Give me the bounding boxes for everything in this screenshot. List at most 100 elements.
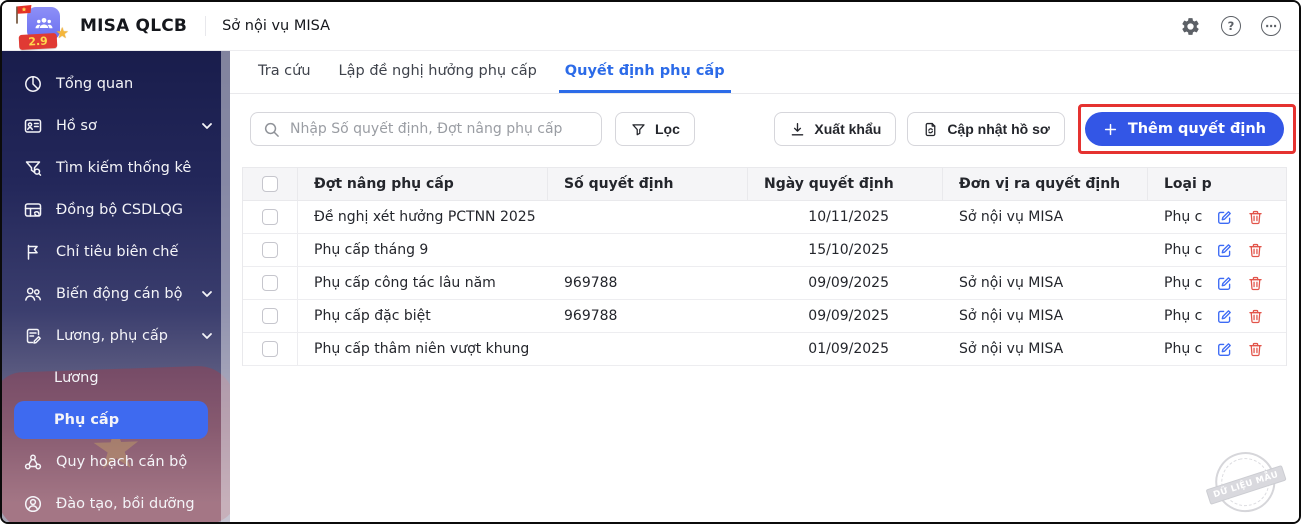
search-input[interactable] — [288, 120, 589, 138]
overview-icon — [23, 74, 43, 94]
sidebar-item[interactable]: Lương, phụ cấp — [2, 315, 230, 357]
funnel-icon — [630, 121, 647, 138]
cell-type: Phụ c — [1164, 209, 1202, 225]
column-header: Số quyết định — [548, 168, 748, 200]
delete-icon[interactable] — [1247, 308, 1264, 325]
main-content: Tra cứu Lập đề nghị hưởng phụ cấp Quyết đị… — [230, 51, 1299, 522]
row-checkbox[interactable] — [262, 209, 278, 225]
cell-unit: Sở nội vụ MISA — [943, 341, 1148, 357]
edit-icon[interactable] — [1216, 275, 1233, 292]
search-stats-icon — [23, 158, 43, 178]
cell-batch: Phụ cấp thâm niên vượt khung — [298, 341, 548, 357]
filter-button[interactable]: Lọc — [615, 112, 695, 146]
cell-decision-date: 15/10/2025 — [748, 242, 943, 258]
chevron-down-icon — [200, 329, 214, 343]
table-body: Đề nghị xét hưởng PCTNN 2025 10/11/2025 Sở… — [243, 201, 1286, 366]
row-checkbox[interactable] — [262, 242, 278, 258]
header-actions: ? ⋯ — [1180, 16, 1281, 37]
sidebar-scrollbar[interactable] — [221, 51, 230, 522]
cell-type: Phụ c — [1164, 341, 1202, 357]
search-box — [250, 112, 602, 146]
cell-type: Phụ c — [1164, 275, 1202, 291]
cell-batch: Phụ cấp đặc biệt — [298, 308, 548, 324]
sidebar-item[interactable]: Biến động cán bộ — [2, 273, 230, 315]
row-checkbox[interactable] — [262, 341, 278, 357]
column-header: Ngày quyết định — [748, 168, 943, 200]
select-all-checkbox[interactable] — [262, 176, 278, 192]
profile-icon — [23, 116, 43, 136]
top-header: 2.9 ★ MISA QLCB Sở nội vụ MISA ? ⋯ — [2, 2, 1299, 51]
sidebar-item[interactable]: Quy hoạch cán bộ — [2, 441, 230, 483]
help-icon[interactable]: ? — [1221, 16, 1241, 36]
cell-batch: Phụ cấp công tác lâu năm — [298, 275, 548, 291]
download-icon — [789, 121, 806, 138]
delete-icon[interactable] — [1247, 242, 1264, 259]
toolbar: Lọc Xuất khẩu Cập nhật hồ sơ Thêm quyết … — [230, 103, 1299, 155]
training-icon — [23, 494, 43, 514]
cell-batch: Đề nghị xét hưởng PCTNN 2025 — [298, 209, 548, 225]
flag-icon — [23, 242, 43, 262]
more-icon[interactable]: ⋯ — [1261, 16, 1281, 36]
table-row: Phụ cấp đặc biệt96978809/09/2025Sở nội v… — [243, 300, 1286, 333]
decisions-table: Đợt nâng phụ cấpSố quyết địnhNgày quyết … — [242, 167, 1287, 366]
delete-icon[interactable] — [1247, 209, 1264, 226]
sidebar-item[interactable]: Đồng bộ CSDLQG — [2, 189, 230, 231]
app-window: 2.9 ★ MISA QLCB Sở nội vụ MISA ? ⋯ ★ Tổn… — [0, 0, 1301, 524]
edit-icon[interactable] — [1216, 242, 1233, 259]
export-button[interactable]: Xuất khẩu — [774, 112, 896, 146]
sidebar-subitem[interactable]: Lương — [2, 357, 230, 399]
edit-icon[interactable] — [1216, 209, 1233, 226]
delete-icon[interactable] — [1247, 341, 1264, 358]
chevron-down-icon — [200, 287, 214, 301]
tab-bar: Tra cứu Lập đề nghị hưởng phụ cấp Quyết đị… — [230, 51, 1299, 94]
tab[interactable]: Quyết định phụ cấp — [559, 51, 731, 93]
edit-icon[interactable] — [1216, 341, 1233, 358]
column-header: Loại p — [1148, 168, 1286, 200]
tab[interactable]: Lập đề nghị hưởng phụ cấp — [333, 51, 543, 93]
cell-decision-date: 01/09/2025 — [748, 341, 943, 357]
table-row: Phụ cấp tháng 9 15/10/2025 Phụ c — [243, 234, 1286, 267]
chevron-down-icon — [200, 119, 214, 133]
cell-batch: Phụ cấp tháng 9 — [298, 242, 548, 258]
table-row: Phụ cấp công tác lâu năm96978809/09/2025… — [243, 267, 1286, 300]
sample-data-stamp: DỮ LIỆU MẪU — [1202, 442, 1291, 524]
planning-icon — [23, 452, 43, 472]
row-checkbox[interactable] — [262, 275, 278, 291]
edit-icon[interactable] — [1216, 308, 1233, 325]
vietnam-flag-icon — [12, 4, 36, 30]
column-header: Đơn vị ra quyết định — [943, 168, 1148, 200]
cell-unit: Sở nội vụ MISA — [943, 308, 1148, 324]
app-logo: 2.9 ★ — [12, 4, 66, 48]
column-header: Đợt nâng phụ cấp — [298, 168, 548, 200]
cell-decision-number: 969788 — [548, 308, 748, 324]
sidebar-item[interactable]: Đào tạo, bồi dưỡng — [2, 483, 230, 522]
table-header-row: Đợt nâng phụ cấpSố quyết địnhNgày quyết … — [243, 167, 1286, 201]
star-icon: ★ — [56, 24, 69, 42]
update-profile-button[interactable]: Cập nhật hồ sơ — [907, 112, 1065, 146]
version-badge: 2.9 — [19, 33, 58, 50]
delete-icon[interactable] — [1247, 275, 1264, 292]
row-checkbox[interactable] — [262, 308, 278, 324]
sync-icon — [23, 200, 43, 220]
cell-unit: Sở nội vụ MISA — [943, 275, 1148, 291]
cell-decision-date: 09/09/2025 — [748, 308, 943, 324]
sidebar-item[interactable]: Tổng quan — [2, 63, 230, 105]
sidebar-nav: Tổng quanHồ sơTìm kiếm thống kêĐồng bộ C… — [2, 51, 230, 522]
sidebar-item[interactable]: Hồ sơ — [2, 105, 230, 147]
organization-name: Sở nội vụ MISA — [222, 18, 330, 34]
cell-type: Phụ c — [1164, 242, 1202, 258]
cell-decision-date: 09/09/2025 — [748, 275, 943, 291]
plus-icon — [1103, 122, 1118, 137]
cell-type: Phụ c — [1164, 308, 1202, 324]
search-icon — [263, 121, 280, 138]
tab[interactable]: Tra cứu — [252, 51, 317, 93]
settings-icon[interactable] — [1180, 16, 1201, 37]
sidebar-item[interactable]: Tìm kiếm thống kê — [2, 147, 230, 189]
cell-decision-number: 969788 — [548, 275, 748, 291]
app-title: MISA QLCB — [80, 16, 187, 36]
sidebar-item[interactable]: Chỉ tiêu biên chế — [2, 231, 230, 273]
table-row: Đề nghị xét hưởng PCTNN 202510/11/2025Sở… — [243, 201, 1286, 234]
sidebar-subitem[interactable]: Phụ cấp — [14, 401, 208, 439]
cell-decision-date: 10/11/2025 — [748, 209, 943, 225]
add-decision-button[interactable]: Thêm quyết định — [1085, 112, 1284, 146]
